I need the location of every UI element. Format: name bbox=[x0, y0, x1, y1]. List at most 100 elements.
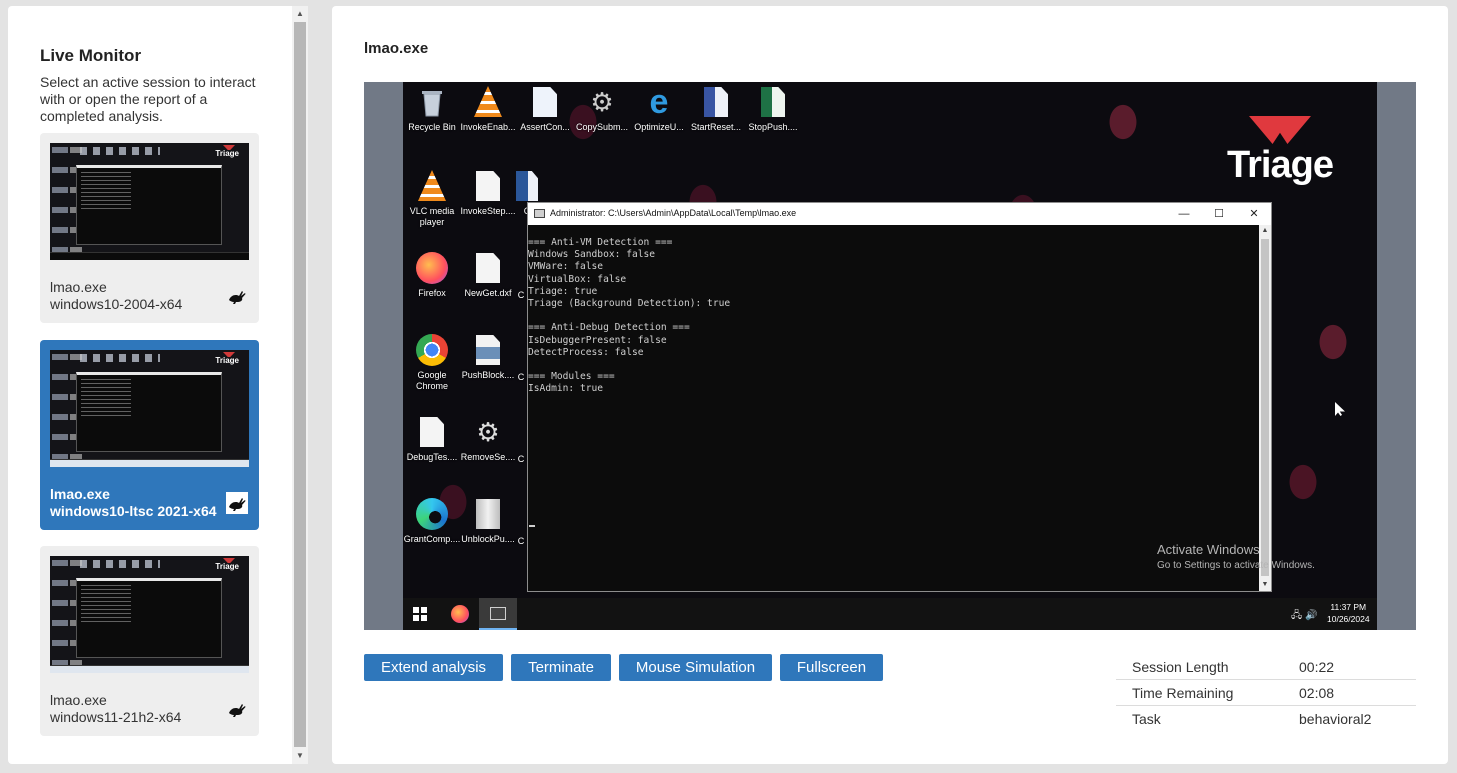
thumbnail-icons bbox=[52, 354, 68, 464]
desktop-icon[interactable]: NewGet.dxf bbox=[459, 252, 517, 299]
desktop-icon-label: InvokeEnab... bbox=[460, 122, 516, 132]
desktop-icon-label: UnblockPu.... bbox=[461, 534, 515, 544]
console-scrollbar[interactable]: ▲ ▼ bbox=[1259, 225, 1271, 591]
firefox-taskbar-icon[interactable] bbox=[451, 605, 469, 623]
thumbnail-icons bbox=[80, 354, 160, 362]
console-output: === Anti-VM Detection === Windows Sandbo… bbox=[528, 237, 731, 395]
activate-windows-subtitle: Go to Settings to activate Windows. bbox=[1157, 560, 1315, 571]
document-icon bbox=[420, 417, 444, 447]
network-icon[interactable]: 🖧 bbox=[1291, 610, 1302, 621]
rabbit-icon bbox=[226, 492, 248, 514]
session-card[interactable]: Triage lmao.exe windows11-21h2-x64 bbox=[40, 546, 259, 736]
desktop-icon-label: InvokeStep.... bbox=[460, 206, 516, 216]
desktop-icon-recycle-bin[interactable]: Recycle Bin bbox=[403, 86, 461, 133]
clock-date: 10/26/2024 bbox=[1327, 614, 1370, 624]
firefox-icon bbox=[416, 252, 448, 284]
sidebar-scrollbar[interactable]: ▲ ▼ bbox=[292, 6, 308, 764]
scroll-down-arrow-icon[interactable]: ▼ bbox=[1259, 579, 1271, 591]
minimize-icon[interactable]: — bbox=[1170, 205, 1198, 223]
sidebar-description: Select an active session to interact wit… bbox=[40, 74, 256, 124]
edge-icon bbox=[416, 498, 448, 530]
desktop-icon-firefox[interactable]: Firefox bbox=[403, 252, 461, 299]
thumbnail-icons bbox=[80, 560, 160, 568]
info-row: Time Remaining 02:08 bbox=[1116, 680, 1416, 706]
taskbar-clock[interactable]: 11:37 PM 10/26/2024 bbox=[1327, 602, 1370, 624]
vlc-icon bbox=[418, 170, 446, 201]
desktop-icon-partial[interactable]: C bbox=[516, 536, 526, 547]
media-file-icon bbox=[533, 87, 557, 117]
info-value: 02:08 bbox=[1299, 685, 1335, 701]
extend-analysis-button[interactable]: Extend analysis bbox=[364, 654, 503, 681]
desktop-icon[interactable]: AssertCon... bbox=[516, 86, 574, 133]
info-key: Task bbox=[1132, 711, 1161, 727]
remote-screen[interactable]: Recycle Bin InvokeEnab... AssertCon... ⚙… bbox=[364, 82, 1416, 630]
scroll-up-arrow-icon[interactable]: ▲ bbox=[1259, 225, 1271, 237]
desktop-icon-partial[interactable]: C bbox=[516, 372, 526, 383]
console-scroll-thumb[interactable] bbox=[1261, 239, 1269, 576]
mouse-simulation-button[interactable]: Mouse Simulation bbox=[619, 654, 772, 681]
volume-icon[interactable]: 🔊 bbox=[1305, 610, 1317, 621]
desktop-icon-partial[interactable]: C bbox=[516, 454, 526, 465]
desktop-icon[interactable]: StartReset... bbox=[687, 86, 745, 133]
desktop-icon-vlc[interactable]: VLC media player bbox=[403, 170, 461, 228]
desktop-icon-label: C bbox=[517, 536, 525, 546]
desktop-icon[interactable]: StopPush.... bbox=[744, 86, 802, 133]
desktop-icon-label: Recycle Bin bbox=[408, 122, 456, 132]
desktop-icon[interactable]: InvokeStep.... bbox=[459, 170, 517, 217]
info-value: behavioral2 bbox=[1299, 711, 1372, 727]
desktop-icon[interactable]: DebugTes.... bbox=[403, 416, 461, 463]
thumbnail-console bbox=[76, 165, 222, 245]
desktop-icon[interactable]: UnblockPu.... bbox=[459, 498, 517, 545]
info-row: Task behavioral2 bbox=[1116, 706, 1416, 732]
desktop-icon[interactable]: e OptimizeU... bbox=[630, 85, 688, 133]
image-file-icon bbox=[476, 335, 500, 365]
thumbnail-icons bbox=[80, 147, 160, 155]
console-taskbar-button[interactable] bbox=[479, 598, 517, 630]
live-monitor-sidebar: Live Monitor Select an active session to… bbox=[8, 6, 308, 764]
fullscreen-button[interactable]: Fullscreen bbox=[780, 654, 883, 681]
desktop-icon[interactable]: InvokeEnab... bbox=[459, 86, 517, 133]
session-card[interactable]: Triage lmao.exe windows10-2004-x64 bbox=[40, 133, 259, 323]
thumbnail-icons bbox=[52, 147, 68, 257]
terminate-button[interactable]: Terminate bbox=[511, 654, 611, 681]
session-os: windows10-ltsc 2021-x64 bbox=[50, 503, 217, 519]
desktop-icon-label: CopySubm... bbox=[575, 122, 629, 132]
desktop-icon[interactable]: ⚙ RemoveSe.... bbox=[459, 416, 517, 463]
scroll-up-arrow-icon[interactable]: ▲ bbox=[292, 6, 308, 22]
system-tray[interactable]: 🖧 🔊 bbox=[1291, 608, 1317, 625]
session-thumbnail: Triage bbox=[50, 556, 249, 673]
desktop-icon-label: C bbox=[517, 290, 525, 300]
sidebar-title: Live Monitor bbox=[40, 46, 142, 65]
info-key: Session Length bbox=[1132, 659, 1229, 675]
desktop-icon[interactable]: PushBlock.... bbox=[459, 334, 517, 381]
desktop-icon[interactable]: ⚙ CopySubm... bbox=[573, 86, 631, 133]
settings-file-icon: ⚙ bbox=[590, 87, 614, 117]
console-cursor bbox=[529, 525, 535, 527]
chrome-icon bbox=[416, 334, 448, 366]
info-row: Session Length 00:22 bbox=[1116, 654, 1416, 680]
scroll-down-arrow-icon[interactable]: ▼ bbox=[292, 748, 308, 764]
desktop-icon-chrome[interactable]: Google Chrome bbox=[403, 334, 461, 392]
maximize-icon[interactable]: ☐ bbox=[1205, 205, 1233, 223]
session-os: windows10-2004-x64 bbox=[50, 296, 183, 312]
desktop-icon-label: PushBlock.... bbox=[461, 370, 515, 380]
console-titlebar[interactable]: Administrator: C:\Users\Admin\AppData\Lo… bbox=[528, 203, 1271, 225]
desktop-icon-label: DebugTes.... bbox=[406, 452, 458, 462]
desktop-icon-edge[interactable]: GrantComp.... bbox=[403, 498, 461, 545]
activate-windows-watermark: Activate Windows Go to Settings to activ… bbox=[1157, 542, 1315, 571]
thumbnail-taskbar bbox=[50, 665, 249, 673]
scroll-thumb[interactable] bbox=[294, 22, 306, 747]
session-card-active[interactable]: Triage lmao.exe windows10-ltsc 2021-x64 bbox=[40, 340, 259, 530]
vlc-icon bbox=[474, 86, 502, 117]
recycle-bin-icon bbox=[417, 86, 447, 118]
console-window[interactable]: Administrator: C:\Users\Admin\AppData\Lo… bbox=[527, 202, 1272, 592]
document-icon bbox=[476, 253, 500, 283]
desktop-icon-partial[interactable]: C bbox=[516, 290, 526, 301]
close-icon[interactable]: ✕ bbox=[1240, 205, 1268, 223]
desktop-icon-label: C bbox=[517, 372, 525, 382]
activate-windows-title: Activate Windows bbox=[1157, 542, 1260, 557]
desktop-icon-label: StartReset... bbox=[690, 122, 742, 132]
remote-desktop[interactable]: Recycle Bin InvokeEnab... AssertCon... ⚙… bbox=[403, 82, 1377, 630]
desktop-icon-label: OptimizeU... bbox=[634, 122, 684, 132]
windows-start-icon[interactable] bbox=[413, 607, 427, 621]
